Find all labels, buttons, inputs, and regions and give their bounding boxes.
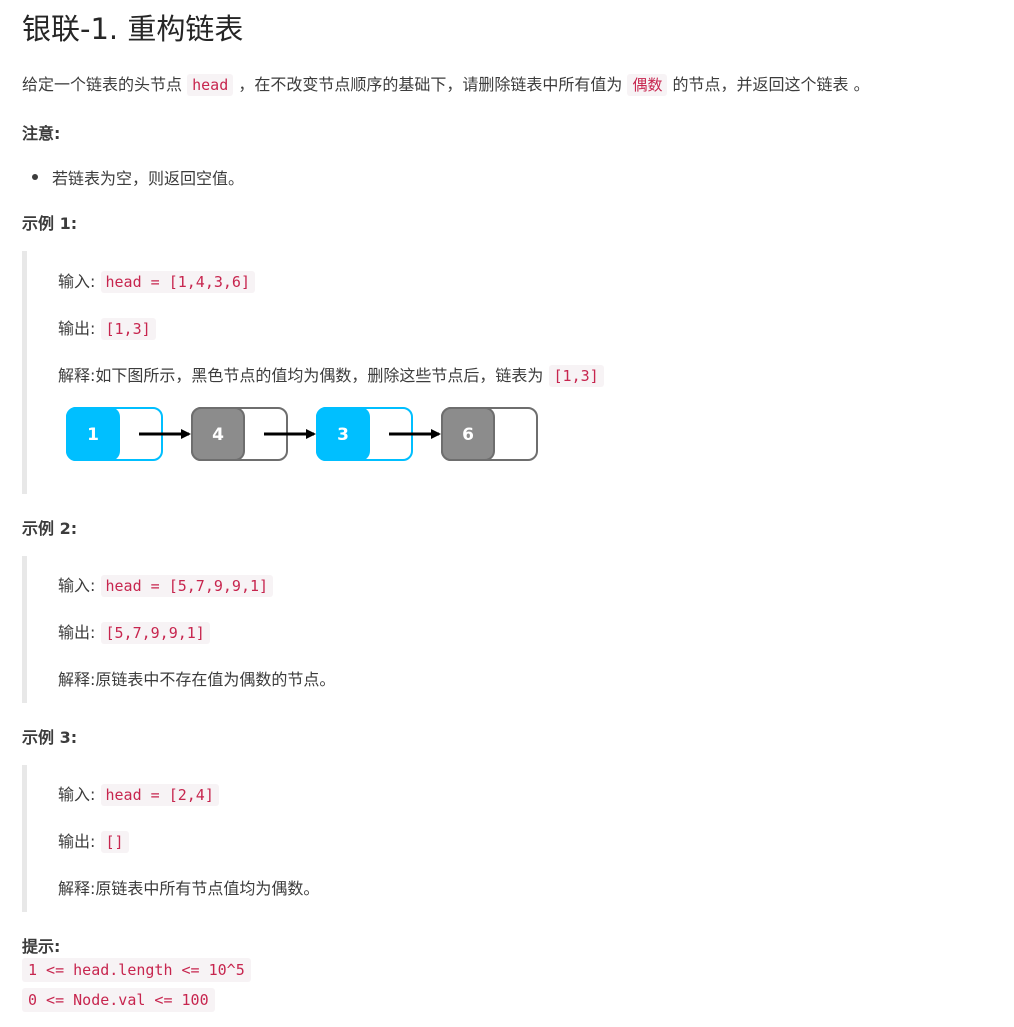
output-label: 输出: bbox=[58, 832, 96, 851]
example-1-explain: 解释:如下图所示，黑色节点的值均为偶数，删除这些节点后，链表为 [1,3] bbox=[58, 362, 604, 387]
page-title: 银联-1. 重构链表 bbox=[22, 12, 244, 46]
example-2-title: 示例 2: bbox=[22, 519, 78, 538]
problem-description: 给定一个链表的头节点 head ，在不改变节点顺序的基础下，请删除链表中所有值为… bbox=[22, 72, 870, 98]
example-1-block: 输入: head = [1,4,3,6] 输出: [1,3] 解释:如下图所示，… bbox=[22, 251, 604, 494]
example-3-output-code: [] bbox=[100, 831, 129, 853]
example-3-output: 输出: [] bbox=[58, 828, 129, 853]
desc-text-2: ，在不改变节点顺序的基础下，请删除链表中所有值为 bbox=[238, 75, 623, 94]
example-1-output: 输出: [1,3] bbox=[58, 315, 156, 340]
explain-label: 解释: bbox=[58, 670, 96, 689]
example-1-explain-text: 如下图所示，黑色节点的值均为偶数，删除这些节点后，链表为 bbox=[95, 366, 544, 385]
output-label: 输出: bbox=[58, 319, 96, 338]
node-value-label: 4 bbox=[212, 425, 224, 445]
hint-item-2: 0 <= Node.val <= 100 bbox=[22, 988, 215, 1012]
example-2-input: 输入: head = [5,7,9,9,1] bbox=[58, 572, 274, 597]
example-3-explain: 解释:原链表中所有节点值均为偶数。 bbox=[58, 875, 319, 899]
example-2-output: 输出: [5,7,9,9,1] bbox=[58, 619, 210, 644]
node-value-label: 1 bbox=[87, 425, 99, 445]
node-value-label: 3 bbox=[337, 425, 349, 445]
explain-label: 解释: bbox=[58, 366, 96, 385]
example-2-input-code: head = [5,7,9,9,1] bbox=[100, 575, 274, 597]
example-3-input-code: head = [2,4] bbox=[100, 784, 219, 806]
example-2-block: 输入: head = [5,7,9,9,1] 输出: [5,7,9,9,1] 解… bbox=[22, 556, 335, 703]
hints-label: 提示: bbox=[22, 937, 61, 956]
input-label: 输入: bbox=[58, 272, 96, 291]
output-label: 输出: bbox=[58, 623, 96, 642]
example-2-output-code: [5,7,9,9,1] bbox=[100, 622, 210, 644]
example-3-block: 输入: head = [2,4] 输出: [] 解释:原链表中所有节点值均为偶数… bbox=[22, 765, 319, 912]
example-3-explain-text: 原链表中所有节点值均为偶数。 bbox=[95, 879, 320, 898]
desc-code-head: head bbox=[187, 74, 234, 96]
input-label: 输入: bbox=[58, 576, 96, 595]
example-1-input: 输入: head = [1,4,3,6] bbox=[58, 268, 255, 293]
desc-code-even: 偶数 bbox=[627, 74, 668, 96]
node-value-label: 6 bbox=[462, 425, 474, 445]
hint-item-1: 1 <= head.length <= 10^5 bbox=[22, 958, 251, 982]
example-3-title: 示例 3: bbox=[22, 728, 78, 747]
example-2-explain-text: 原链表中不存在值为偶数的节点。 bbox=[95, 670, 336, 689]
note-label: 注意: bbox=[22, 124, 61, 143]
example-1-input-code: head = [1,4,3,6] bbox=[100, 271, 255, 293]
example-1-output-code: [1,3] bbox=[100, 318, 156, 340]
desc-text-1: 给定一个链表的头节点 bbox=[22, 75, 183, 94]
explain-label: 解释: bbox=[58, 879, 96, 898]
list-node-6: 6 bbox=[441, 407, 538, 461]
example-2-explain: 解释:原链表中不存在值为偶数的节点。 bbox=[58, 666, 335, 690]
example-3-input: 输入: head = [2,4] bbox=[58, 781, 219, 806]
desc-text-3: 的节点，并返回这个链表 。 bbox=[672, 75, 870, 94]
linked-list-diagram: 1 4 3 6 bbox=[66, 407, 538, 461]
note-item: 若链表为空，则返回空值。 bbox=[31, 165, 244, 189]
input-label: 输入: bbox=[58, 785, 96, 804]
example-1-title: 示例 1: bbox=[22, 214, 78, 233]
hint-code-1: 1 <= head.length <= 10^5 bbox=[22, 958, 251, 982]
example-1-explain-code: [1,3] bbox=[548, 365, 604, 387]
hint-code-2: 0 <= Node.val <= 100 bbox=[22, 988, 215, 1012]
